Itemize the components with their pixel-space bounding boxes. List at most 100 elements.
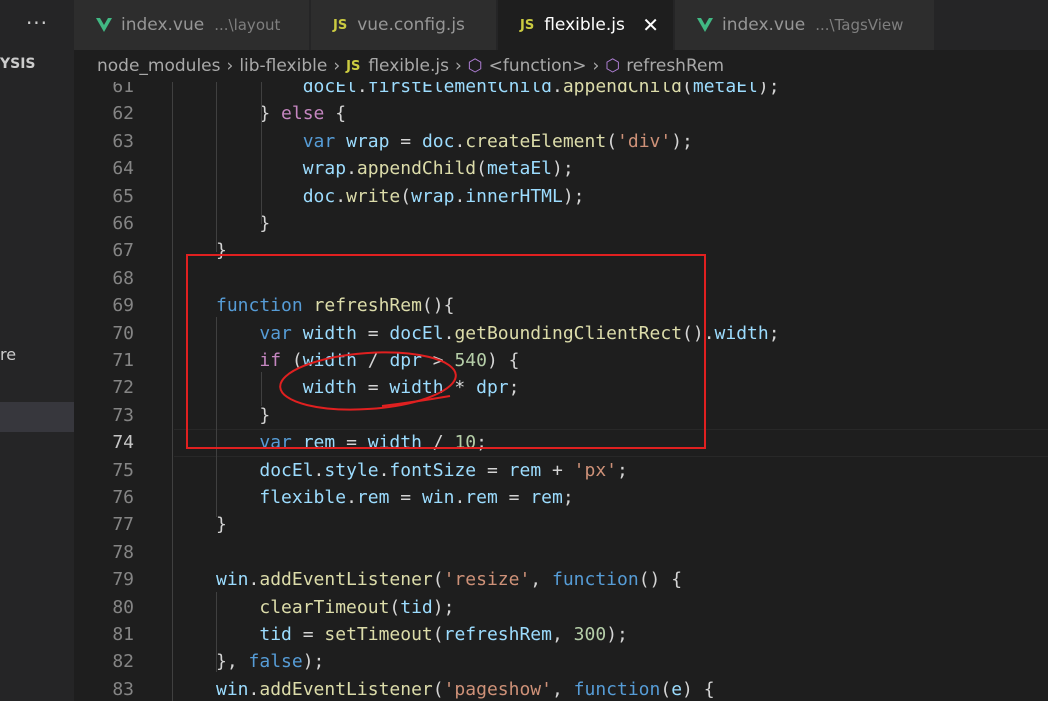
code-token: ); [757, 82, 780, 97]
code-text: flexible.rem = win.rem = rem; [216, 484, 573, 511]
code-token: win [421, 487, 455, 508]
line-number: 70 [112, 322, 134, 344]
code-token: ; [768, 322, 780, 344]
code-token: tid [259, 624, 292, 645]
code-text: docEl.style.fontSize = rem + 'px'; [216, 457, 628, 484]
code-line[interactable]: 76 flexible.rem = win.rem = rem; [74, 484, 1048, 511]
code-token: }, [216, 651, 249, 673]
code-token: . [454, 185, 466, 207]
code-line[interactable]: 81 tid = setTimeout(refreshRem, 300); [74, 621, 1048, 648]
tab-vue-config-js[interactable]: JS vue.config.js [311, 0, 497, 50]
code-token: ( [660, 678, 672, 700]
code-line[interactable]: 62 } else { [74, 100, 1048, 127]
code-line[interactable]: 79 win.addEventListener('resize', functio… [74, 566, 1048, 593]
code-line[interactable]: 65 doc.write(wrap.innerHTML); [74, 183, 1048, 210]
more-actions-icon[interactable]: ··· [0, 0, 74, 50]
breadcrumb-item[interactable]: flexible.js [368, 56, 449, 76]
code-token: flexible [259, 487, 347, 508]
tab-label: index.vue [121, 15, 205, 35]
code-token: e [671, 678, 683, 700]
line-number: 78 [112, 541, 134, 563]
code-token: firstElementChild [367, 82, 552, 97]
symbol-function-icon: ⬡ [467, 56, 483, 76]
line-number: 75 [112, 459, 134, 481]
code-token: ( [682, 82, 693, 97]
code-token: ; [617, 459, 628, 481]
line-number: 72 [112, 377, 134, 399]
breadcrumb-item[interactable]: lib-flexible [239, 56, 327, 76]
code-token: , [530, 569, 552, 591]
code-token: . [378, 459, 390, 481]
chevron-right-icon: › [454, 56, 462, 76]
code-text: tid = setTimeout(refreshRem, 300); [216, 621, 628, 648]
close-icon[interactable]: ✕ [642, 13, 659, 37]
code-token: function [551, 569, 639, 591]
code-token: = [389, 130, 422, 152]
code-token: 'px' [573, 459, 618, 481]
side-bar: ··· YSIS re [0, 0, 74, 701]
line-number: 63 [112, 130, 134, 152]
breadcrumb: node_modules › lib-flexible › JS flexibl… [74, 50, 1048, 82]
breadcrumb-item[interactable]: refreshRem [626, 56, 724, 76]
tab-flexible-js[interactable]: JS flexible.js ✕ [498, 0, 674, 50]
js-file-icon: JS [333, 17, 348, 33]
code-token: fontSize [389, 459, 477, 481]
sidebar-item-label[interactable]: re [0, 345, 16, 364]
code-token: win [216, 569, 249, 591]
code-token: 'resize' [443, 569, 531, 591]
sidebar-selected-item[interactable] [0, 402, 74, 432]
code-token: addEventListener [259, 678, 433, 700]
code-line[interactable]: 83 win.addEventListener('pageshow', funct… [74, 676, 1048, 701]
code-line[interactable]: 80 clearTimeout(tid); [74, 594, 1048, 621]
indent-guide [216, 592, 217, 672]
line-number: 68 [112, 267, 134, 289]
code-token: . [248, 569, 260, 591]
code-token: } [216, 103, 282, 125]
tab-index-vue-layout[interactable]: index.vue ...\layout [74, 0, 310, 50]
code-line[interactable]: 64 wrap.appendChild(metaEl); [74, 155, 1048, 182]
tab-label: flexible.js [544, 15, 625, 35]
line-number: 65 [112, 185, 134, 207]
code-token: ); [552, 158, 574, 180]
code-token: 'div' [617, 130, 672, 152]
breadcrumb-item[interactable]: <function> [489, 56, 587, 76]
editor-tab-bar: index.vue ...\layout JS vue.config.js JS… [74, 0, 1048, 50]
code-line[interactable]: 75 docEl.style.fontSize = rem + 'px'; [74, 457, 1048, 484]
code-token: metaEl [486, 158, 552, 180]
code-token: ); [432, 596, 455, 618]
chevron-right-icon: › [333, 56, 341, 76]
tab-label: index.vue [722, 15, 806, 35]
code-line[interactable]: 77} [74, 511, 1048, 538]
code-token: var [302, 130, 336, 152]
line-number: 62 [112, 103, 134, 125]
code-token: docEl [259, 459, 314, 481]
code-line[interactable]: 78 [74, 539, 1048, 566]
breadcrumb-item[interactable]: node_modules [97, 56, 221, 76]
code-text: docEl.firstElementChild.appendChild(meta… [216, 82, 780, 100]
code-line[interactable]: 66 } [74, 210, 1048, 237]
line-number: 61 [112, 82, 134, 97]
code-line[interactable]: 82}, false); [74, 648, 1048, 675]
code-token: false [248, 651, 303, 673]
code-token: . [356, 82, 368, 97]
code-line[interactable]: 63 var wrap = doc.createElement('div'); [74, 128, 1048, 155]
code-token: rem [508, 459, 542, 481]
code-token: appendChild [356, 158, 477, 180]
line-number: 82 [112, 651, 134, 673]
code-text: win.addEventListener('resize', function(… [216, 566, 682, 593]
code-token: setTimeout [324, 624, 433, 645]
code-token: style [324, 459, 379, 481]
code-token: = [389, 487, 422, 508]
indent-guide [261, 82, 262, 224]
code-token: . [346, 158, 357, 180]
code-line[interactable]: 61 docEl.firstElementChild.appendChild(m… [74, 82, 1048, 100]
tab-index-vue-tagsview[interactable]: index.vue ...\TagsView [675, 0, 935, 50]
code-token: ( [400, 185, 412, 207]
code-token: innerHTML [465, 185, 563, 207]
code-token: ( [432, 624, 444, 645]
code-token: metaEl [692, 82, 758, 97]
code-token: doc [421, 130, 455, 152]
